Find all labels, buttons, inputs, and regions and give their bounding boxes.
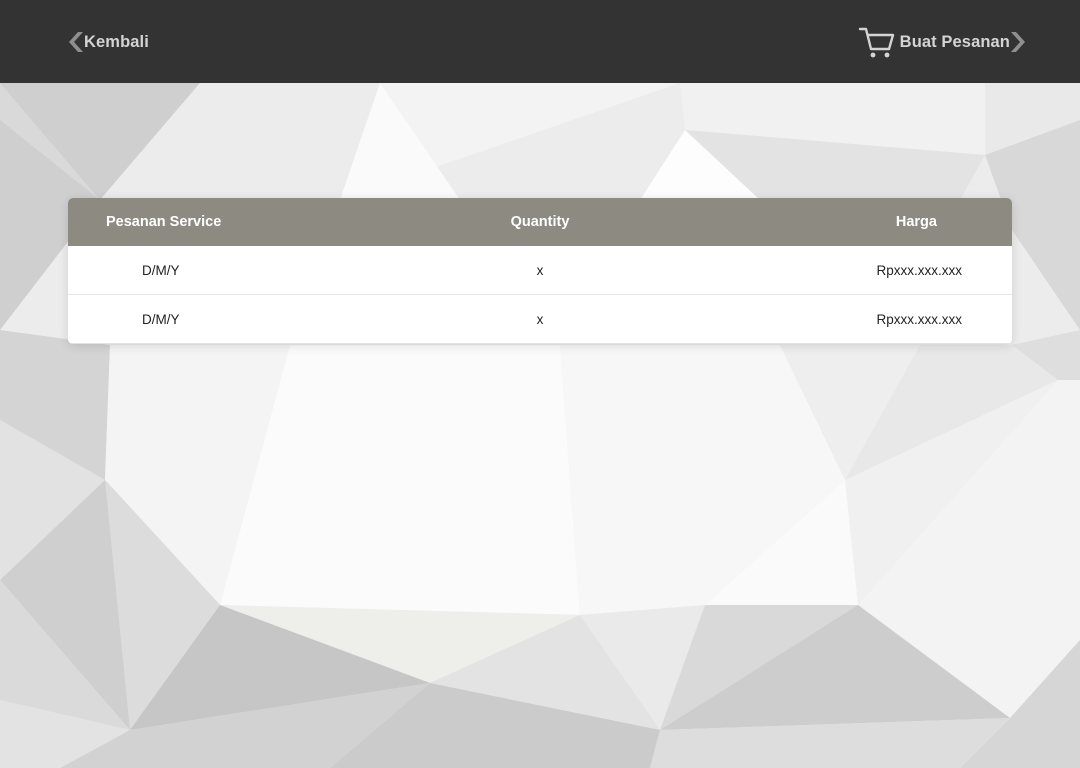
back-button[interactable]: Kembali <box>66 29 149 55</box>
top-navigation-bar: Kembali Buat Pesanan <box>0 0 1080 83</box>
table-row: D/M/Y x Rpxxx.xxx.xxx <box>68 295 1012 344</box>
cell-price: Rpxxx.xxx.xxx <box>876 311 962 327</box>
chevron-right-icon <box>1011 32 1025 52</box>
table-header: Pesanan Service Quantity Harga <box>68 198 1012 246</box>
cell-service: D/M/Y <box>142 262 180 278</box>
cart-icon <box>858 27 894 58</box>
header-service: Pesanan Service <box>106 214 222 230</box>
header-quantity: Quantity <box>510 214 570 230</box>
create-order-label: Buat Pesanan <box>899 32 1010 51</box>
low-poly-background <box>0 0 1080 768</box>
header-price: Harga <box>895 214 937 230</box>
cell-service: D/M/Y <box>142 311 180 327</box>
table-row: D/M/Y x Rpxxx.xxx.xxx <box>68 246 1012 295</box>
chevron-left-icon <box>69 32 83 52</box>
cell-quantity: x <box>536 262 544 278</box>
cell-quantity: x <box>536 311 544 327</box>
create-order-button[interactable]: Buat Pesanan <box>858 24 1028 60</box>
order-table: Pesanan Service Quantity Harga D/M/Y x R… <box>68 198 1012 344</box>
back-label: Kembali <box>84 32 149 51</box>
cell-price: Rpxxx.xxx.xxx <box>876 262 962 278</box>
